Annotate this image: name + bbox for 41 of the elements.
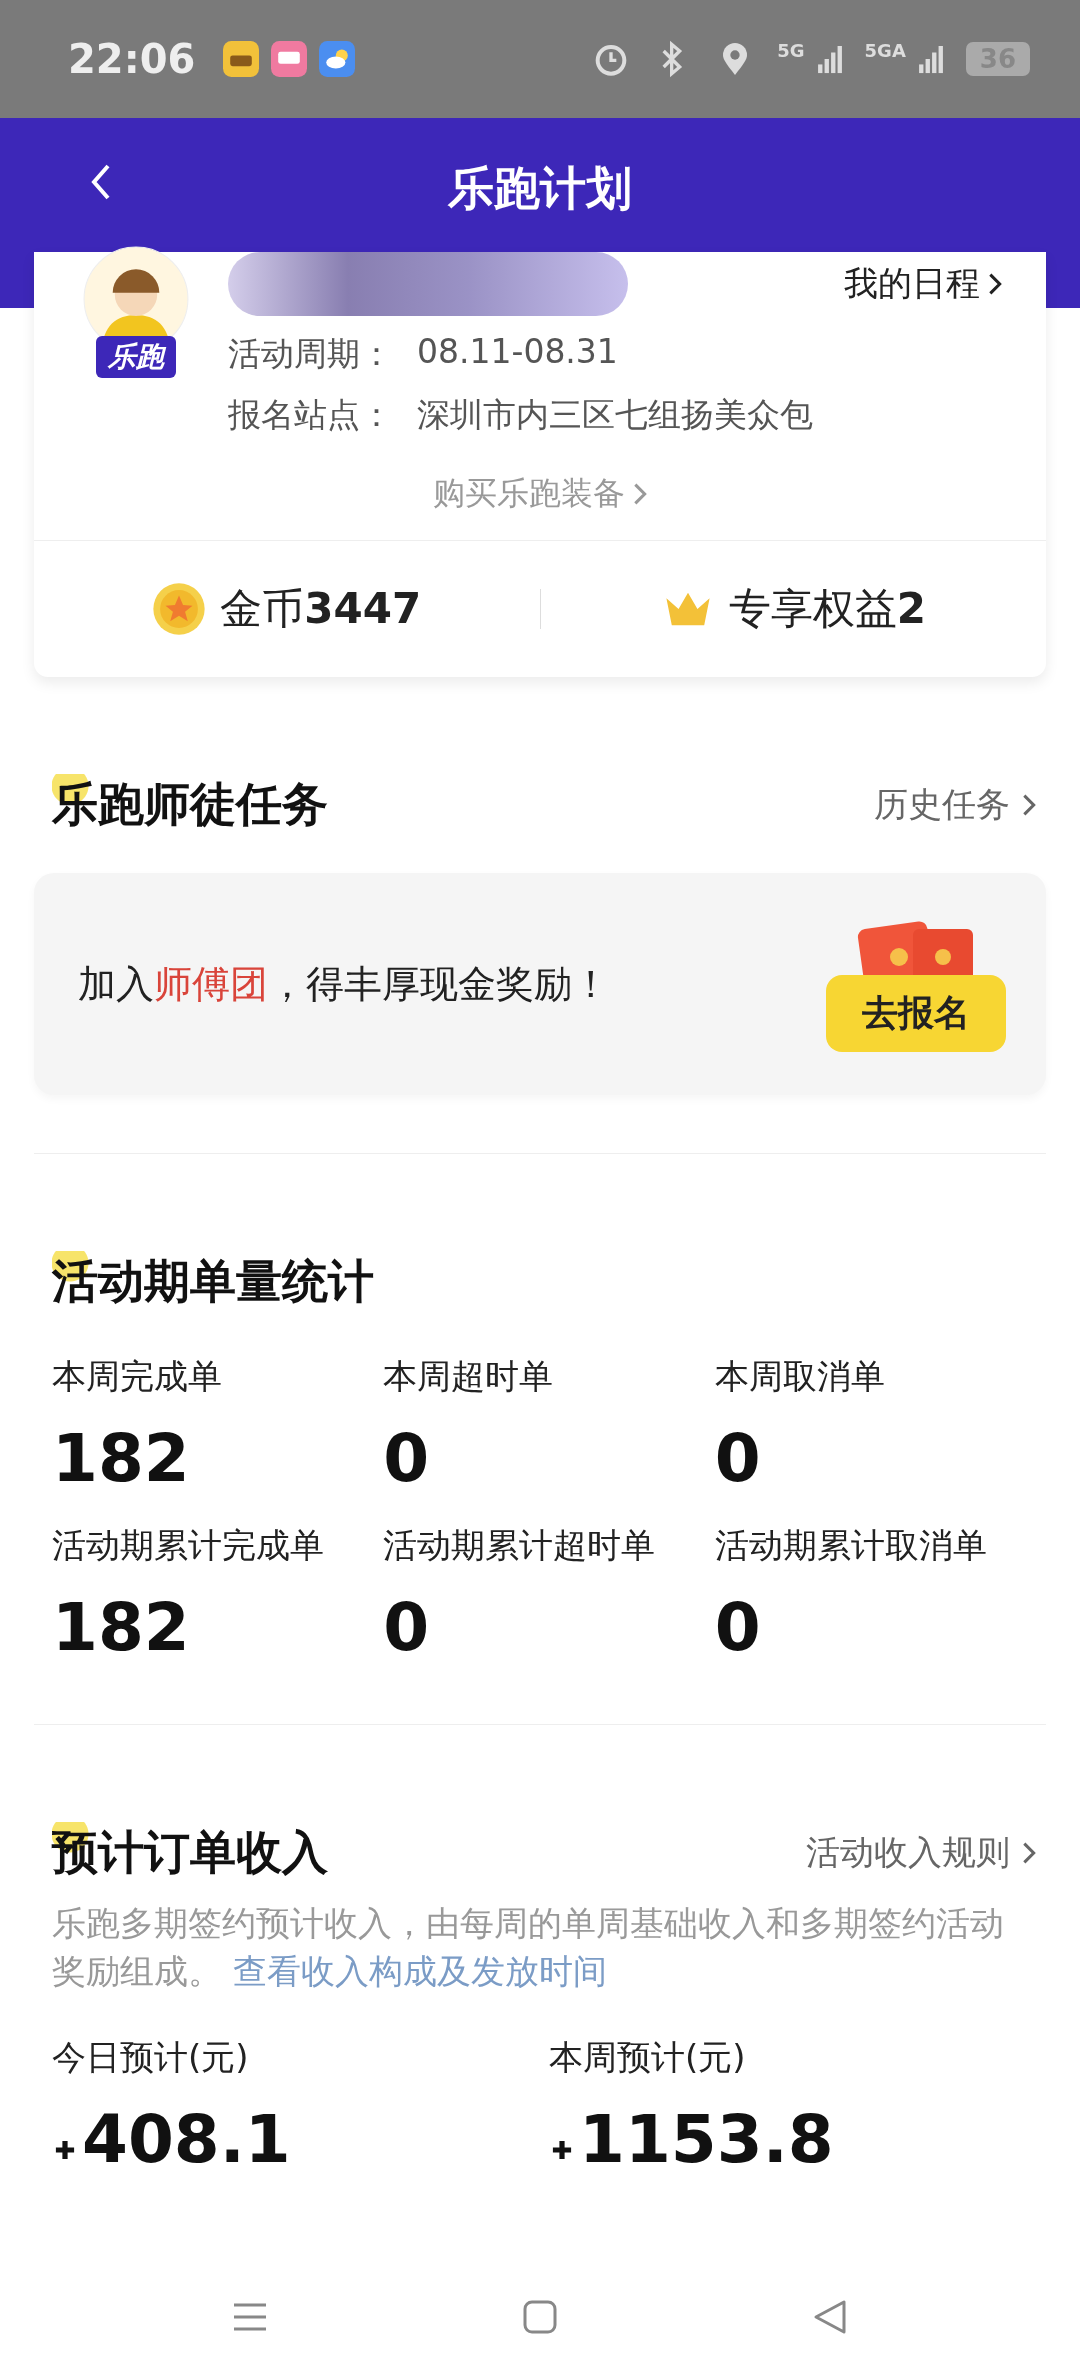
banner-text: 加入师傅团，得丰厚现金奖励！ [78, 960, 610, 1008]
chevron-icon [633, 482, 647, 506]
stat-value: 0 [714, 1420, 762, 1497]
perks-count[interactable]: 专享权益2 [728, 581, 926, 637]
network-label: 5G [777, 39, 805, 61]
chevron-icon [1022, 1841, 1036, 1865]
income-rules-link[interactable]: 活动收入规则 [806, 1830, 1036, 1876]
stat-label: 本周完成单 [52, 1355, 223, 1398]
stat-value: 0 [383, 1589, 431, 1666]
stat-value: 0 [383, 1420, 431, 1497]
field-value: 08.11-08.31 [417, 332, 618, 373]
schedule-link[interactable]: 我的日程 [844, 261, 1002, 307]
stat-label: 活动期累计取消单 [714, 1524, 988, 1567]
stat-label: 本周超时单 [383, 1355, 555, 1398]
income-label: 本周预计(元) [549, 2036, 747, 2079]
stat-label: 活动期累计超时单 [383, 1524, 657, 1567]
chevron-icon [1022, 793, 1036, 817]
coins-balance[interactable]: 金币3447 [220, 581, 422, 637]
income-value: 408.1 [52, 2101, 549, 2178]
brand-badge: 乐跑 [96, 336, 176, 378]
chevron-icon [988, 272, 1002, 296]
field-label: 活动周期： [228, 333, 393, 375]
network-label: 5GA [864, 39, 906, 61]
income-label: 今日预计(元) [52, 2036, 250, 2079]
income-value: 1153.8 [549, 2101, 1046, 2178]
history-link[interactable]: 历史任务 [874, 782, 1036, 828]
field-value: 深圳市内三区七组扬美众包 [417, 394, 813, 436]
stat-value: 182 [52, 1420, 191, 1497]
signup-button[interactable]: 去报名 [826, 974, 1006, 1052]
app-icon [271, 41, 308, 77]
page-title: 乐跑计划 [448, 160, 632, 217]
weather-icon [319, 41, 356, 77]
status-time: 22:06 [68, 36, 196, 82]
stat-label: 本周取消单 [714, 1355, 886, 1398]
coin-icon [152, 582, 207, 636]
stat-label: 活动期累计完成单 [52, 1524, 325, 1567]
stat-value: 0 [714, 1589, 762, 1666]
income-description: 乐跑多期签约预计收入，由每周的单周基础收入和多期签约活动奖励组成。 查看收入构成及发放时间 [52, 1902, 1005, 1993]
app-icon [223, 41, 260, 77]
stat-value: 182 [52, 1589, 191, 1666]
field-label: 报名站点： [228, 394, 393, 436]
